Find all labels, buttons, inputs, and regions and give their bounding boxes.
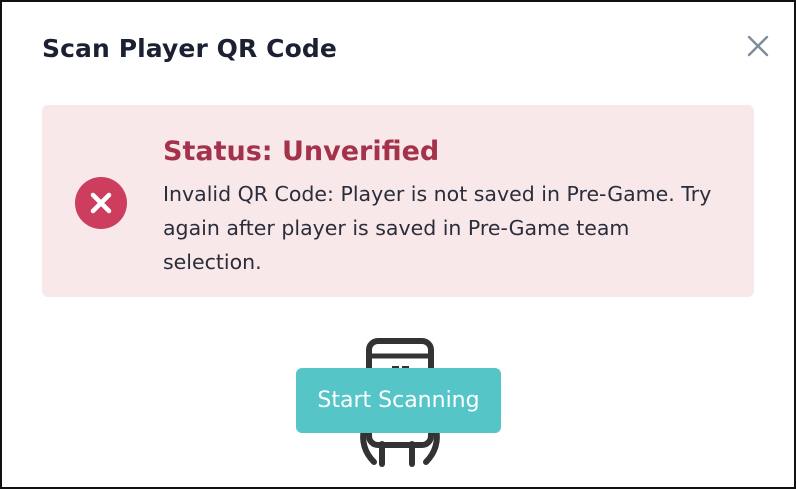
- error-x-icon: [75, 177, 127, 229]
- status-alert: Status: Unverified Invalid QR Code: Play…: [42, 105, 754, 297]
- close-icon[interactable]: [744, 32, 772, 60]
- modal-title: Scan Player QR Code: [42, 34, 337, 63]
- status-message: Invalid QR Code: Player is not saved in …: [163, 182, 712, 274]
- start-scanning-button[interactable]: Start Scanning: [296, 368, 501, 433]
- scan-qr-modal: Scan Player QR Code Status: Unverified I…: [0, 0, 796, 489]
- status-text: Status: Unverified: [163, 136, 440, 167]
